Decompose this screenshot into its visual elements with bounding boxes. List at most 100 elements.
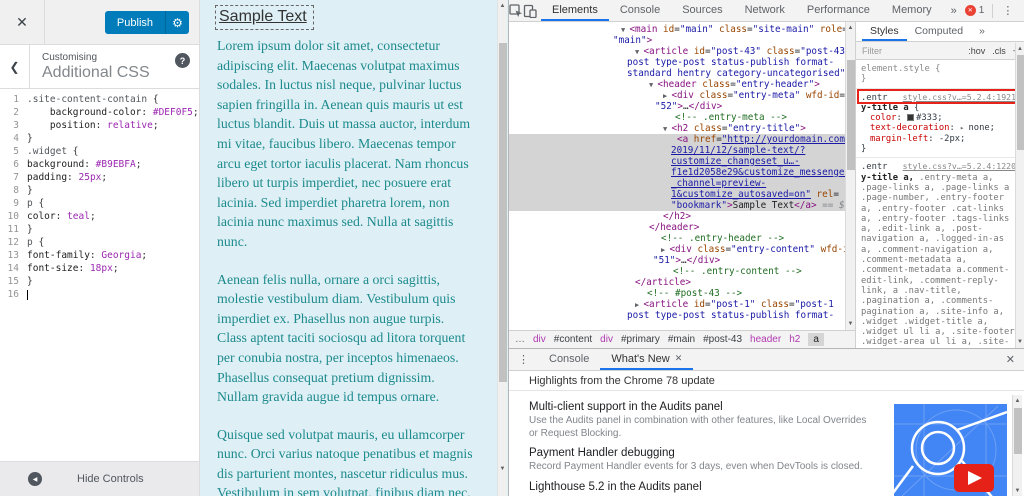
scroll-down-icon[interactable]: ▼ [846, 318, 855, 329]
dom-tree-line[interactable]: _channel=preview- [509, 178, 845, 189]
code-line[interactable]: 8} [0, 184, 199, 197]
dom-tree-line[interactable]: "main"> [509, 35, 845, 46]
dom-tree-line[interactable]: post type-post status-publish format- [509, 57, 845, 68]
close-tab-icon[interactable]: ✕ [675, 353, 683, 364]
hide-controls-label[interactable]: Hide Controls [77, 473, 144, 485]
whats-new-video-thumbnail[interactable] [894, 404, 1007, 496]
entry-title-link[interactable]: Sample Text [219, 8, 307, 25]
whats-new-item-title[interactable]: Payment Handler debugging [529, 447, 887, 459]
styles-scrollbar[interactable]: ▲ ▼ [1015, 43, 1024, 348]
styles-scrollbar-thumb[interactable] [1017, 55, 1024, 150]
rule-source-link[interactable]: style.css?v…=5.2.4:1220 [903, 161, 1016, 171]
close-customizer-button[interactable]: ✕ [0, 0, 45, 45]
devtools-tab-network[interactable]: Network [734, 0, 796, 21]
breadcrumb-item[interactable]: #post-43 [703, 334, 742, 345]
scroll-down-icon[interactable]: ▼ [1013, 485, 1022, 496]
dom-tree-line[interactable]: 2019/11/12/sample-text/? [509, 145, 845, 156]
publish-settings-button[interactable]: ⚙ [165, 11, 189, 34]
devtools-tab-elements[interactable]: Elements [541, 0, 609, 21]
dom-tree-line[interactable]: ▶ <div class="entry-content" wfd-id= [509, 244, 845, 255]
dom-tree-line[interactable]: "bookmark">Sample Text</a> == $0 [509, 200, 845, 211]
drawer-menu-button[interactable]: ⋮ [509, 353, 538, 366]
dom-tree-line[interactable]: "52">…</div> [509, 101, 845, 112]
css-code-editor[interactable]: 1.site-content-contain {2 background-col… [0, 89, 199, 461]
whats-new-item-title[interactable]: Multi-client support in the Audits panel [529, 401, 887, 413]
tab-styles[interactable]: Styles [862, 22, 907, 41]
help-button[interactable]: ? [175, 53, 190, 68]
dom-tree-line[interactable]: ▼ <main id="main" class="site-main" role… [509, 24, 845, 35]
hide-controls-button[interactable]: ◀ [28, 472, 42, 486]
scroll-up-icon[interactable]: ▲ [1016, 43, 1024, 54]
tab-whats-new[interactable]: What's New ✕ [600, 349, 693, 370]
elements-scrollbar[interactable]: ▲ ▼ [845, 22, 855, 330]
dom-tree-line[interactable]: </h2> [509, 211, 845, 222]
color-swatch[interactable] [907, 114, 914, 121]
toggle-classes[interactable]: .cls [992, 46, 1006, 56]
devtools-menu-button[interactable]: ⋮ [995, 4, 1020, 17]
dom-tree-line[interactable]: "51">…</div> [509, 255, 845, 266]
dom-tree-line[interactable]: </article> [509, 277, 845, 288]
style-property[interactable]: margin-left: -2px; [861, 134, 1016, 144]
dom-tree-line[interactable]: f1e1d2058e29&customize_messenger [509, 167, 845, 178]
code-line[interactable]: 9p { [0, 197, 199, 210]
breadcrumb-item[interactable]: a [808, 333, 824, 346]
code-line[interactable]: 3 position: relative; [0, 119, 199, 132]
breadcrumb-item[interactable]: div [600, 334, 613, 345]
breadcrumb-item[interactable]: div [533, 334, 546, 345]
drawer-close-button[interactable]: ✕ [997, 353, 1024, 366]
back-button[interactable]: ❮ [0, 45, 30, 89]
styles-filter-input[interactable]: Filter [862, 46, 961, 56]
devtools-tab-memory[interactable]: Memory [881, 0, 943, 21]
rule-source-link[interactable]: style.css?v…=5.2.4:1921 [903, 92, 1016, 102]
devtools-tab-performance[interactable]: Performance [796, 0, 881, 21]
code-line[interactable]: 15} [0, 275, 199, 288]
publish-button[interactable]: Publish [105, 11, 165, 34]
dom-tree-line[interactable]: customize_changeset_u…- [509, 156, 845, 167]
style-property[interactable]: color: #333; [861, 113, 1016, 123]
element-style-open[interactable]: element.style { [861, 64, 1016, 74]
scroll-down-icon[interactable]: ▼ [498, 463, 507, 474]
dom-tree-line[interactable]: </header> [509, 222, 845, 233]
dom-tree-line[interactable]: …<a href="http://yourdomain.com/ [509, 134, 845, 145]
error-badge-icon[interactable]: ✕ [965, 5, 976, 16]
scroll-up-icon[interactable]: ▲ [846, 22, 855, 33]
dom-tree-line[interactable]: ▶ <article id="post-1" class="post-1 [509, 299, 845, 310]
whats-new-item-title[interactable]: Lighthouse 5.2 in the Audits panel [529, 481, 887, 493]
breadcrumb-item[interactable]: #main [668, 334, 695, 345]
inspect-element-button[interactable] [509, 0, 523, 21]
device-toolbar-button[interactable] [523, 0, 537, 21]
dom-tree-line[interactable]: ▼ <article id="post-43" class="post-43 [509, 46, 845, 57]
dom-tree-line[interactable]: ▼ <h2 class="entry-title"> [509, 123, 845, 134]
preview-scrollbar[interactable]: ▲ ▼ [497, 0, 507, 496]
whats-new-scrollbar[interactable]: ▲ ▼ [1012, 395, 1022, 496]
tab-console[interactable]: Console [538, 349, 600, 370]
code-line[interactable]: 12p { [0, 236, 199, 249]
code-line[interactable]: 5.widget { [0, 145, 199, 158]
dom-tree-line[interactable]: <!-- .entry-content --> [509, 266, 845, 277]
breadcrumb-item[interactable]: #content [554, 334, 592, 345]
devtools-tab-console[interactable]: Console [609, 0, 671, 21]
code-line[interactable]: 10color: teal; [0, 210, 199, 223]
toggle-hover-state[interactable]: :hov [968, 46, 985, 56]
dom-tree-line[interactable]: <!-- .entry-meta --> [509, 112, 845, 123]
code-line[interactable]: 4} [0, 132, 199, 145]
elements-scrollbar-thumb[interactable] [847, 60, 855, 170]
preview-scrollbar-thumb[interactable] [499, 43, 507, 382]
code-line[interactable]: 6background: #B9EBFA; [0, 158, 199, 171]
code-line[interactable]: 7padding: 25px; [0, 171, 199, 184]
dom-tree-line[interactable]: ▼ <header class="entry-header"> [509, 79, 845, 90]
code-line[interactable]: 16 [0, 288, 199, 301]
dom-tree-line[interactable]: ▶ <div class="entry-meta" wfd-id= [509, 90, 845, 101]
dom-tree-line[interactable]: <!-- #post-43 --> [509, 288, 845, 299]
code-line[interactable]: 1.site-content-contain { [0, 93, 199, 106]
styles-more-tabs-button[interactable]: » [971, 22, 993, 41]
code-line[interactable]: 2 background-color: #DEF0F5; [0, 106, 199, 119]
breadcrumb-item[interactable]: #primary [621, 334, 660, 345]
code-line[interactable]: 14font-size: 18px; [0, 262, 199, 275]
breadcrumb-item[interactable]: header [750, 334, 781, 345]
dom-tree-line[interactable]: 1&customize_autosaved=on" rel= [509, 189, 845, 200]
breadcrumb-item[interactable]: h2 [789, 334, 800, 345]
dom-tree-line[interactable]: <!-- .entry-header --> [509, 233, 845, 244]
scroll-up-icon[interactable]: ▲ [498, 0, 507, 11]
dom-tree-line[interactable]: standard hentry category-uncategorised"> [509, 68, 845, 79]
